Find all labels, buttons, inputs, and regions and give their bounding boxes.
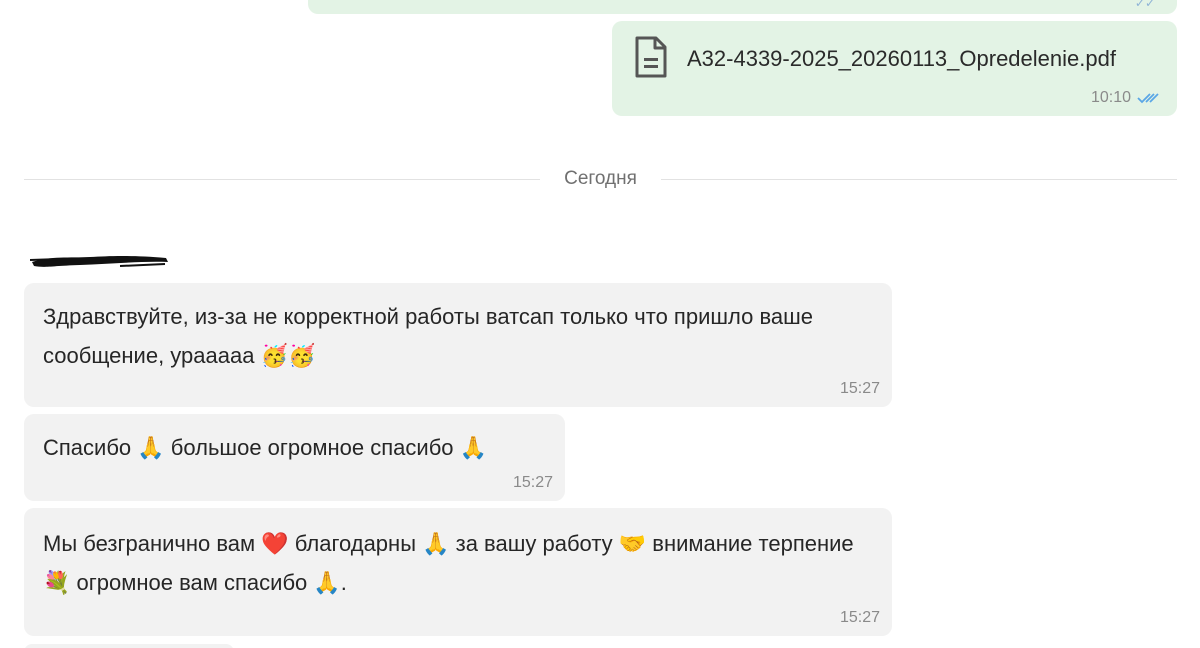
incoming-message[interactable]: Мы безгранично вам ❤️ благодарны 🙏 за ва… (24, 508, 892, 636)
chat-history: ✓✓ A32-4339-2025_20260113_Opredelenie.pd… (0, 0, 1200, 648)
file-name-link[interactable]: A32-4339-2025_20260113_Opredelenie.pdf (687, 46, 1116, 72)
message-time: 10:10 (1090, 89, 1131, 106)
document-icon[interactable] (634, 36, 668, 78)
divider-line (660, 178, 1178, 180)
outgoing-message-cropped[interactable]: ✓✓ (308, 0, 1177, 14)
incoming-message[interactable]: Спасибо 🙏 большое огромное спасибо 🙏 15:… (24, 414, 565, 501)
divider-line (24, 178, 541, 180)
message-time: 15:27 (839, 609, 880, 626)
date-divider-label: Сегодня (564, 168, 637, 189)
message-time: 15:27 (839, 380, 880, 397)
double-check-icon: ✓✓ (1134, 0, 1155, 10)
message-text: Мы безгранично вам ❤️ благодарны 🙏 за ва… (43, 531, 854, 595)
message-text: Спасибо 🙏 большое огромное спасибо 🙏 (43, 435, 488, 460)
message-time: 15:27 (512, 474, 553, 491)
redacted-sender-name (30, 256, 168, 267)
double-check-read-icon (1137, 93, 1159, 104)
file-message-bubble[interactable]: A32-4339-2025_20260113_Opredelenie.pdf 1… (612, 21, 1177, 116)
incoming-message[interactable]: Здравствуйте, из-за не корректной работы… (24, 283, 892, 407)
message-text: Здравствуйте, из-за не корректной работы… (43, 304, 813, 368)
incoming-message-cropped[interactable] (24, 644, 234, 648)
date-divider: Сегодня (24, 165, 1178, 193)
message-meta: 10:10 (1091, 89, 1163, 107)
